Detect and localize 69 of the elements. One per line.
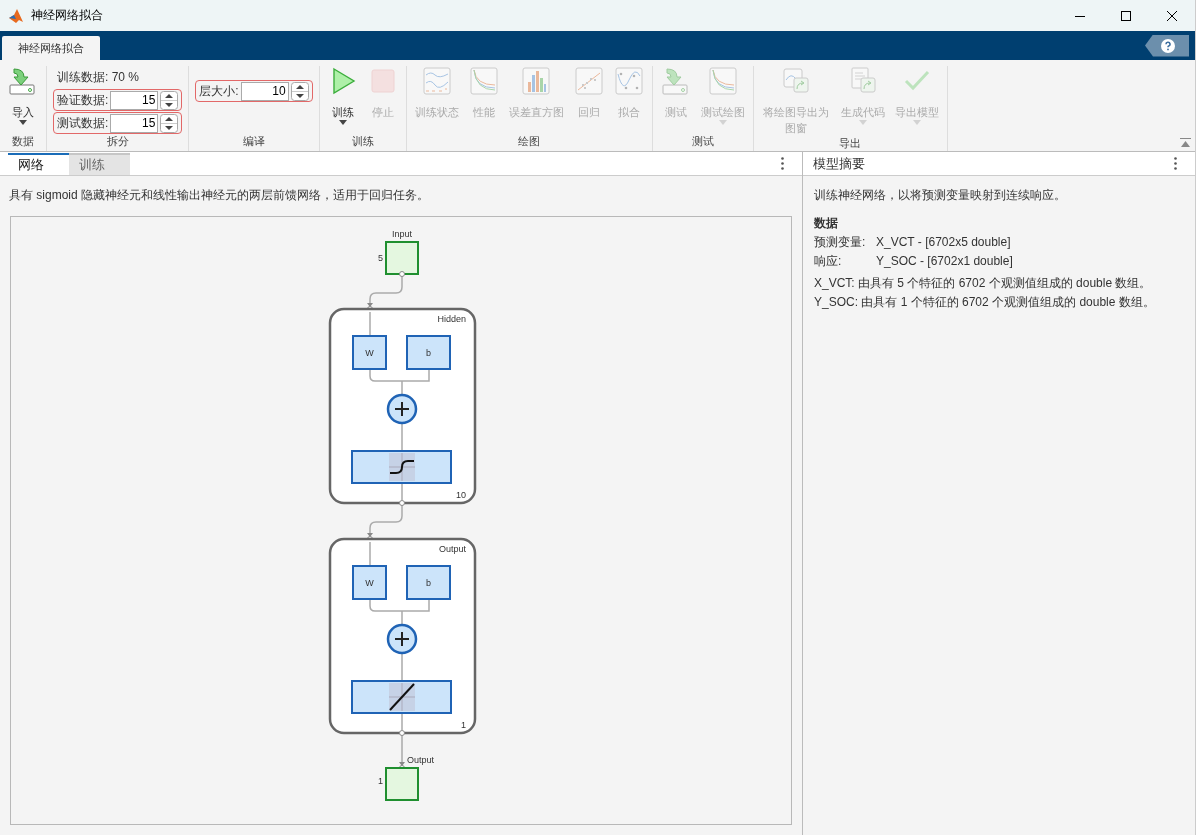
input-node — [385, 241, 419, 275]
app-tab[interactable]: 神经网络拟合 — [2, 36, 100, 60]
chart-export-icon — [781, 66, 812, 96]
collapse-icon[interactable] — [1180, 138, 1191, 147]
bias-label: b — [426, 348, 431, 358]
stepper-arrows-icon[interactable] — [160, 90, 179, 110]
split-label: 训练数据: 70 % — [56, 68, 141, 86]
line-chart-icon — [421, 66, 452, 96]
field-label: 响应: — [814, 253, 843, 270]
group-label: 训练 — [350, 134, 375, 149]
curve-chart-icon — [468, 66, 499, 96]
group-label: 测试 — [690, 134, 715, 149]
bar-chart-icon — [521, 66, 552, 96]
panel-title: 模型摘要 — [813, 154, 866, 173]
output-node — [385, 767, 419, 801]
tray-arrow-icon — [660, 66, 691, 96]
bias-block — [406, 565, 451, 600]
group-label: 数据 — [11, 134, 35, 149]
toolbar-button[interactable]: 导入 — [4, 66, 42, 134]
sum-node-icon — [386, 623, 418, 655]
window-title: 神经网络拟合 — [31, 7, 104, 24]
number-field[interactable]: 15 — [110, 90, 159, 110]
help-button[interactable] — [1145, 34, 1189, 57]
number-field[interactable]: 15 — [110, 113, 159, 133]
number-field[interactable]: 10 — [240, 81, 289, 101]
layer-size-label: 1 — [461, 720, 466, 730]
network-description: 具有 sigmoid 隐藏神经元和线性输出神经元的两层前馈网络，适用于回归任务。 — [8, 187, 431, 204]
summary-intro: 训练神经网络，以将预测变量映射到连续响应。 — [814, 187, 1067, 204]
output-label: Output — [407, 755, 435, 765]
document-export-icon — [848, 66, 878, 96]
weight-label: W — [365, 578, 374, 588]
group-label: 拆分 — [105, 134, 130, 149]
toolbar-button[interactable]: 训练 — [323, 66, 362, 134]
stepper-arrows-icon[interactable] — [290, 81, 309, 101]
sum-node-icon — [386, 393, 418, 425]
field-value: X_VCT - [6702x5 double] — [876, 234, 1011, 251]
layer-name-label: Output — [438, 544, 466, 554]
curve-points-icon — [613, 66, 644, 96]
bias-block — [406, 335, 451, 370]
summary-note: Y_SOC: 由具有 1 个特征的 6702 个观测值组成的 double 数组。 — [814, 294, 1156, 311]
stepper-arrows-icon[interactable] — [160, 113, 179, 133]
weight-block — [352, 335, 387, 370]
curve-chart-icon — [707, 66, 738, 96]
layer-size-label: 10 — [456, 490, 466, 500]
more-options-icon[interactable] — [781, 157, 784, 170]
weight-label: W — [365, 348, 374, 358]
section-heading: 数据 — [814, 215, 839, 232]
tray-arrow-icon — [8, 66, 38, 96]
maximize-icon[interactable] — [1120, 9, 1132, 22]
input-size-label: 5 — [378, 253, 383, 263]
panel-tab[interactable]: 训练 — [69, 153, 130, 175]
field-label: 测试数据: — [57, 114, 109, 132]
help-icon[interactable] — [1161, 38, 1175, 53]
field-label: 预测变量: — [814, 234, 867, 251]
weight-block — [352, 565, 387, 600]
group-label: 编译 — [242, 134, 266, 149]
field-label: 层大小: — [199, 82, 239, 100]
summary-note: X_VCT: 由具有 5 个特征的 6702 个观测值组成的 double 数组。 — [814, 275, 1153, 292]
matlab-logo-icon — [8, 7, 24, 24]
close-icon[interactable] — [1166, 9, 1178, 22]
field-label: 验证数据: — [57, 91, 109, 109]
field-value: Y_SOC - [6702x1 double] — [876, 253, 1013, 270]
more-options-icon[interactable] — [1174, 157, 1177, 170]
group-label: 导出 — [838, 136, 863, 151]
layer-name-label: Hidden — [437, 314, 466, 324]
bias-label: b — [426, 578, 431, 588]
output-size-label: 1 — [378, 776, 383, 786]
input-label: Input — [392, 229, 412, 239]
group-label: 绘图 — [517, 134, 542, 149]
